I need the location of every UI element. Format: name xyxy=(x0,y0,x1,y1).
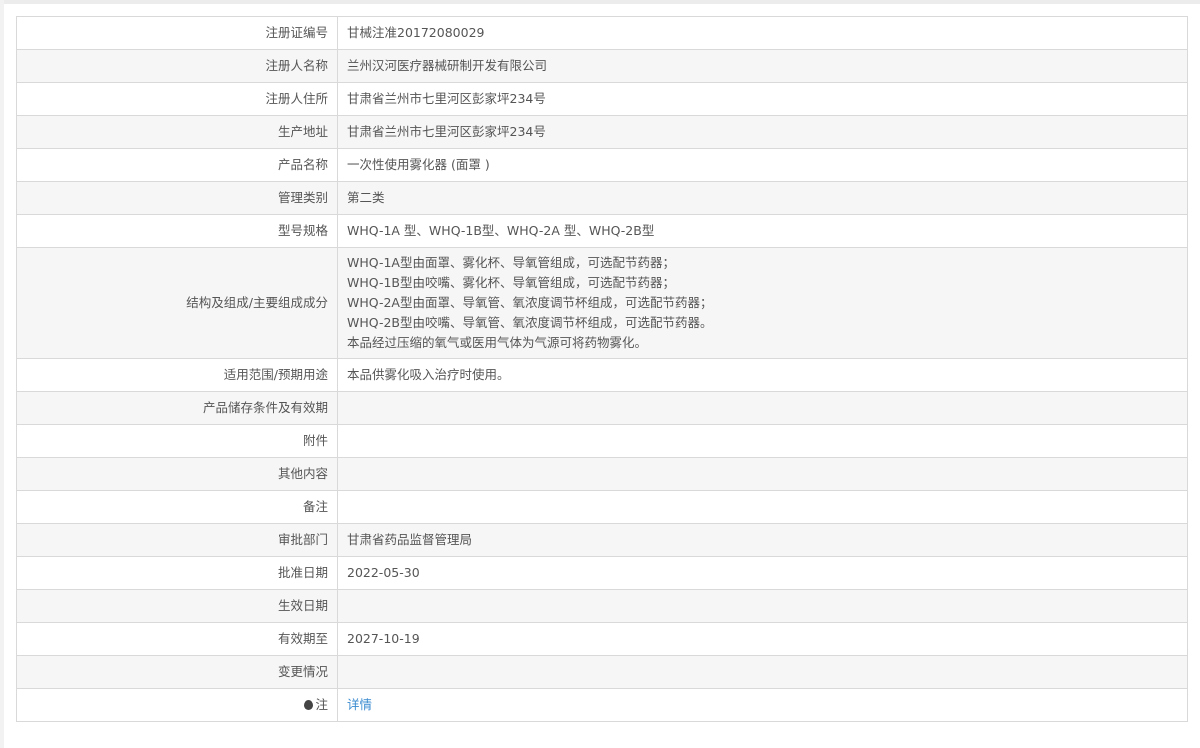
field-value-line: WHQ-2B型由咬嘴、导氧管、氧浓度调节杯组成，可选配节药器。 xyxy=(347,315,713,330)
table-row: 注册人住所 甘肃省兰州市七里河区彭家坪234号 xyxy=(16,82,1188,116)
field-value: 第二类 xyxy=(337,181,1188,215)
field-value: 甘肃省药品监督管理局 xyxy=(337,523,1188,557)
field-label: 审批部门 xyxy=(16,523,338,557)
note-row: 注 详情 xyxy=(16,688,1188,722)
table-row: 注册人名称 兰州汉河医疗器械研制开发有限公司 xyxy=(16,49,1188,83)
field-value xyxy=(337,490,1188,524)
left-strip xyxy=(0,0,4,748)
table-row: 管理类别 第二类 xyxy=(16,181,1188,215)
field-value-line: 本品经过压缩的氧气或医用气体为气源可将药物雾化。 xyxy=(347,335,648,350)
table-row: 型号规格 WHQ-1A 型、WHQ-1B型、WHQ-2A 型、WHQ-2B型 xyxy=(16,214,1188,248)
field-label: 产品名称 xyxy=(16,148,338,182)
field-value: 一次性使用雾化器 (面罩 ) xyxy=(337,148,1188,182)
note-label-cell: 注 xyxy=(16,688,338,722)
field-value: 甘肃省兰州市七里河区彭家坪234号 xyxy=(337,115,1188,149)
field-value xyxy=(337,391,1188,425)
field-label: 结构及组成/主要组成成分 xyxy=(16,247,338,359)
note-value-cell: 详情 xyxy=(337,688,1188,722)
field-label: 生效日期 xyxy=(16,589,338,623)
table-row: 结构及组成/主要组成成分 WHQ-1A型由面罩、雾化杯、导氧管组成，可选配节药器；… xyxy=(16,247,1188,359)
note-label: 注 xyxy=(315,697,328,712)
field-label: 有效期至 xyxy=(16,622,338,656)
table-row: 附件 xyxy=(16,424,1188,458)
table-row: 备注 xyxy=(16,490,1188,524)
field-label: 其他内容 xyxy=(16,457,338,491)
table-row: 审批部门 甘肃省药品监督管理局 xyxy=(16,523,1188,557)
field-value: 甘肃省兰州市七里河区彭家坪234号 xyxy=(337,82,1188,116)
table-row: 生产地址 甘肃省兰州市七里河区彭家坪234号 xyxy=(16,115,1188,149)
field-label: 产品储存条件及有效期 xyxy=(16,391,338,425)
field-value: WHQ-1A 型、WHQ-1B型、WHQ-2A 型、WHQ-2B型 xyxy=(337,214,1188,248)
field-value-line: WHQ-1B型由咬嘴、雾化杯、导氧管组成，可选配节药器； xyxy=(347,275,675,290)
table-row: 变更情况 xyxy=(16,655,1188,689)
field-value xyxy=(337,589,1188,623)
field-value: 2022-05-30 xyxy=(337,556,1188,590)
field-label: 型号规格 xyxy=(16,214,338,248)
table-row: 产品储存条件及有效期 xyxy=(16,391,1188,425)
registration-detail-table: 注册证编号 甘械注准20172080029 注册人名称 兰州汉河医疗器械研制开发有限公… xyxy=(16,16,1188,722)
table-row: 批准日期 2022-05-30 xyxy=(16,556,1188,590)
field-label: 生产地址 xyxy=(16,115,338,149)
field-label: 注册人名称 xyxy=(16,49,338,83)
field-value xyxy=(337,457,1188,491)
field-label: 适用范围/预期用途 xyxy=(16,358,338,392)
field-value: 2027-10-19 xyxy=(337,622,1188,656)
table-row: 产品名称 一次性使用雾化器 (面罩 ) xyxy=(16,148,1188,182)
field-value xyxy=(337,424,1188,458)
table-row: 注册证编号 甘械注准20172080029 xyxy=(16,16,1188,50)
table-row: 其他内容 xyxy=(16,457,1188,491)
field-value xyxy=(337,655,1188,689)
field-value-line: WHQ-2A型由面罩、导氧管、氧浓度调节杯组成，可选配节药器； xyxy=(347,295,713,310)
table-row: 有效期至 2027-10-19 xyxy=(16,622,1188,656)
field-label: 注册证编号 xyxy=(16,16,338,50)
field-value: WHQ-1A型由面罩、雾化杯、导氧管组成，可选配节药器； WHQ-1B型由咬嘴、雾… xyxy=(337,247,1188,359)
field-label: 注册人住所 xyxy=(16,82,338,116)
field-label: 变更情况 xyxy=(16,655,338,689)
field-value: 甘械注准20172080029 xyxy=(337,16,1188,50)
lightbulb-icon xyxy=(304,700,314,710)
field-value: 兰州汉河医疗器械研制开发有限公司 xyxy=(337,49,1188,83)
details-link[interactable]: 详情 xyxy=(347,697,372,712)
field-label: 备注 xyxy=(16,490,338,524)
table-row: 生效日期 xyxy=(16,589,1188,623)
field-value: 本品供雾化吸入治疗时使用。 xyxy=(337,358,1188,392)
field-value-line: WHQ-1A型由面罩、雾化杯、导氧管组成，可选配节药器； xyxy=(347,255,675,270)
field-label: 管理类别 xyxy=(16,181,338,215)
field-label: 批准日期 xyxy=(16,556,338,590)
top-strip xyxy=(0,0,1200,4)
field-label: 附件 xyxy=(16,424,338,458)
table-row: 适用范围/预期用途 本品供雾化吸入治疗时使用。 xyxy=(16,358,1188,392)
